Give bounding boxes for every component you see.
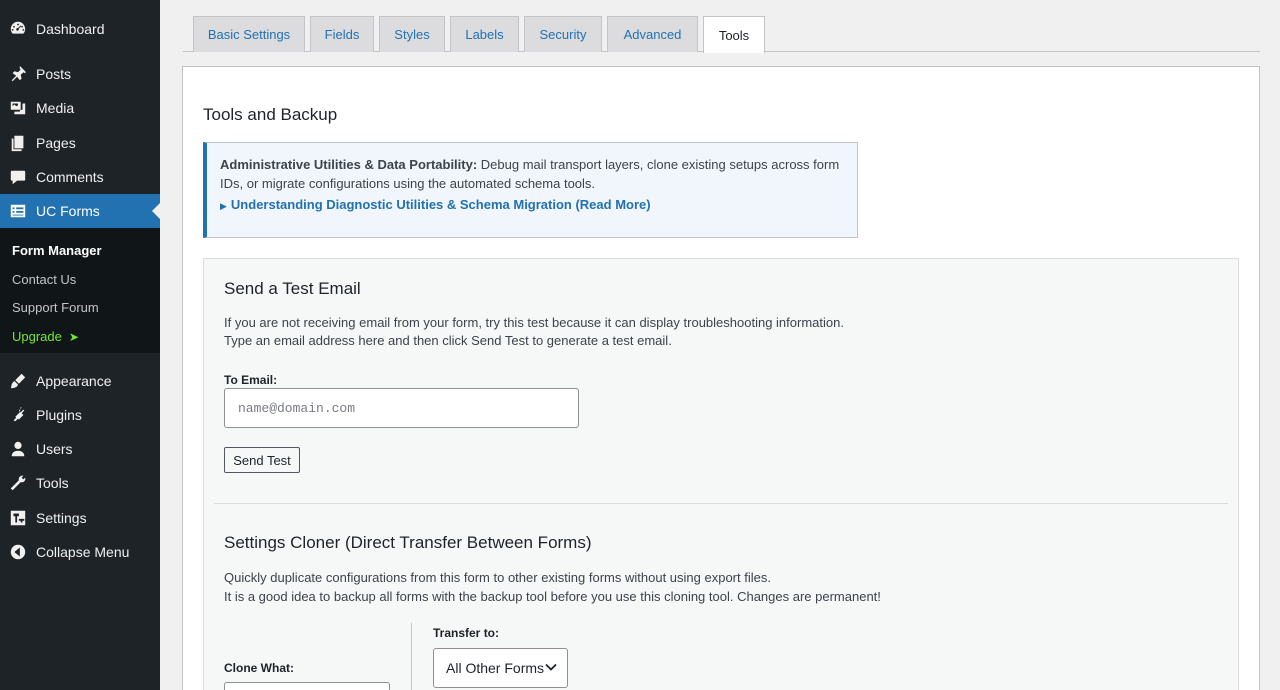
comment-icon — [8, 167, 28, 187]
sidebar-collapse-menu[interactable]: Collapse Menu — [0, 535, 160, 569]
sidebar-item-tools[interactable]: Tools — [0, 466, 160, 500]
sidebar-item-label: Appearance — [36, 373, 112, 389]
sidebar-item-label: Tools — [36, 475, 69, 491]
sidebar-item-label: Settings — [36, 510, 87, 526]
test-email-title: Send a Test Email — [224, 279, 361, 298]
tools-box: Send a Test Email If you are not receivi… — [203, 258, 1239, 690]
test-email-desc-line2: Type an email address here and then clic… — [224, 333, 672, 348]
tab-advanced[interactable]: Advanced — [607, 16, 698, 52]
sidebar-item-media[interactable]: Media — [0, 91, 160, 125]
sidebar-item-comments[interactable]: Comments — [0, 160, 160, 194]
sidebar-item-users[interactable]: Users — [0, 432, 160, 466]
transfer-to-label: Transfer to: — [433, 626, 500, 640]
sidebar-item-label: Comments — [36, 169, 104, 185]
sidebar-item-appearance[interactable]: Appearance — [0, 364, 160, 398]
pages-icon — [8, 133, 28, 153]
clone-what-select[interactable] — [224, 682, 390, 690]
plugin-icon — [8, 405, 28, 425]
uc-forms-submenu: Form Manager Contact Us Support Forum Up… — [0, 228, 160, 353]
pin-icon — [8, 64, 28, 84]
transfer-to-value: All Other Forms — [446, 660, 545, 676]
arrow-right-icon: ➤ — [68, 329, 79, 344]
chevron-down-icon — [545, 663, 557, 671]
upgrade-label: Upgrade — [12, 328, 62, 344]
tools-panel: Tools and Backup Administrative Utilitie… — [182, 66, 1260, 690]
sidebar-item-pages[interactable]: Pages — [0, 126, 160, 160]
sidebar-item-uc-forms[interactable]: UC Forms — [0, 194, 160, 228]
sidebar-item-label: Media — [36, 100, 75, 116]
settings-tabs: Basic Settings Fields Styles Labels Secu… — [183, 16, 1260, 53]
test-email-desc-line1: If you are not receiving email from your… — [224, 315, 844, 330]
settings-icon — [8, 508, 28, 528]
submenu-contact-us[interactable]: Contact Us — [0, 266, 160, 295]
admin-sidebar: Dashboard Posts Media Pages Comments UC … — [0, 0, 160, 690]
media-icon — [8, 98, 28, 118]
dashboard-icon — [8, 19, 28, 39]
user-icon — [8, 439, 28, 459]
section-divider — [214, 503, 1228, 504]
tab-labels[interactable]: Labels — [450, 16, 519, 52]
tab-basic-settings[interactable]: Basic Settings — [193, 16, 305, 52]
sidebar-item-label: Collapse Menu — [36, 544, 130, 560]
sidebar-item-label: UC Forms — [36, 203, 100, 219]
cloner-desc-line1: Quickly duplicate configurations from th… — [224, 570, 771, 585]
brush-icon — [8, 371, 28, 391]
cloner-desc-line2: It is a good idea to backup all forms wi… — [224, 589, 881, 604]
sidebar-item-settings[interactable]: Settings — [0, 501, 160, 535]
test-email-desc: If you are not receiving email from your… — [224, 314, 844, 350]
column-divider — [411, 623, 412, 690]
collapse-icon — [8, 542, 28, 562]
settings-cloner-title: Settings Cloner (Direct Transfer Between… — [224, 533, 592, 552]
tab-styles[interactable]: Styles — [379, 16, 445, 52]
tab-tools[interactable]: Tools — [703, 16, 765, 53]
read-more-label: Understanding Diagnostic Utilities & Sch… — [230, 197, 651, 212]
cloner-desc: Quickly duplicate configurations from th… — [224, 569, 881, 606]
sidebar-item-posts[interactable]: Posts — [0, 57, 160, 91]
submenu-support-forum[interactable]: Support Forum — [0, 294, 160, 323]
sidebar-item-dashboard[interactable]: Dashboard — [0, 12, 160, 46]
wrench-icon — [8, 473, 28, 493]
sidebar-item-label: Plugins — [36, 407, 82, 423]
sidebar-item-label: Pages — [36, 135, 76, 151]
tab-security[interactable]: Security — [524, 16, 602, 52]
to-email-label: To Email: — [224, 373, 278, 387]
sidebar-item-plugins[interactable]: Plugins — [0, 398, 160, 432]
disclosure-triangle-icon: ▶ — [220, 201, 227, 211]
read-more-link[interactable]: ▶ Understanding Diagnostic Utilities & Sc… — [220, 197, 845, 212]
notice-strong: Administrative Utilities & Data Portabil… — [220, 157, 478, 172]
sidebar-item-label: Users — [36, 441, 73, 457]
to-email-input[interactable] — [224, 388, 579, 428]
sidebar-item-label: Dashboard — [36, 21, 105, 37]
clone-what-label: Clone What: — [224, 661, 294, 675]
info-notice: Administrative Utilities & Data Portabil… — [203, 142, 858, 238]
page-title: Tools and Backup — [203, 105, 338, 124]
submenu-upgrade[interactable]: Upgrade ➤ — [0, 323, 160, 352]
sidebar-item-label: Posts — [36, 66, 72, 82]
form-icon — [8, 201, 28, 221]
tab-fields[interactable]: Fields — [310, 16, 374, 52]
send-test-button[interactable]: Send Test — [224, 447, 300, 473]
submenu-form-manager[interactable]: Form Manager — [0, 237, 160, 266]
transfer-to-select[interactable]: All Other Forms — [433, 648, 568, 688]
notice-text: Administrative Utilities & Data Portabil… — [220, 155, 845, 193]
